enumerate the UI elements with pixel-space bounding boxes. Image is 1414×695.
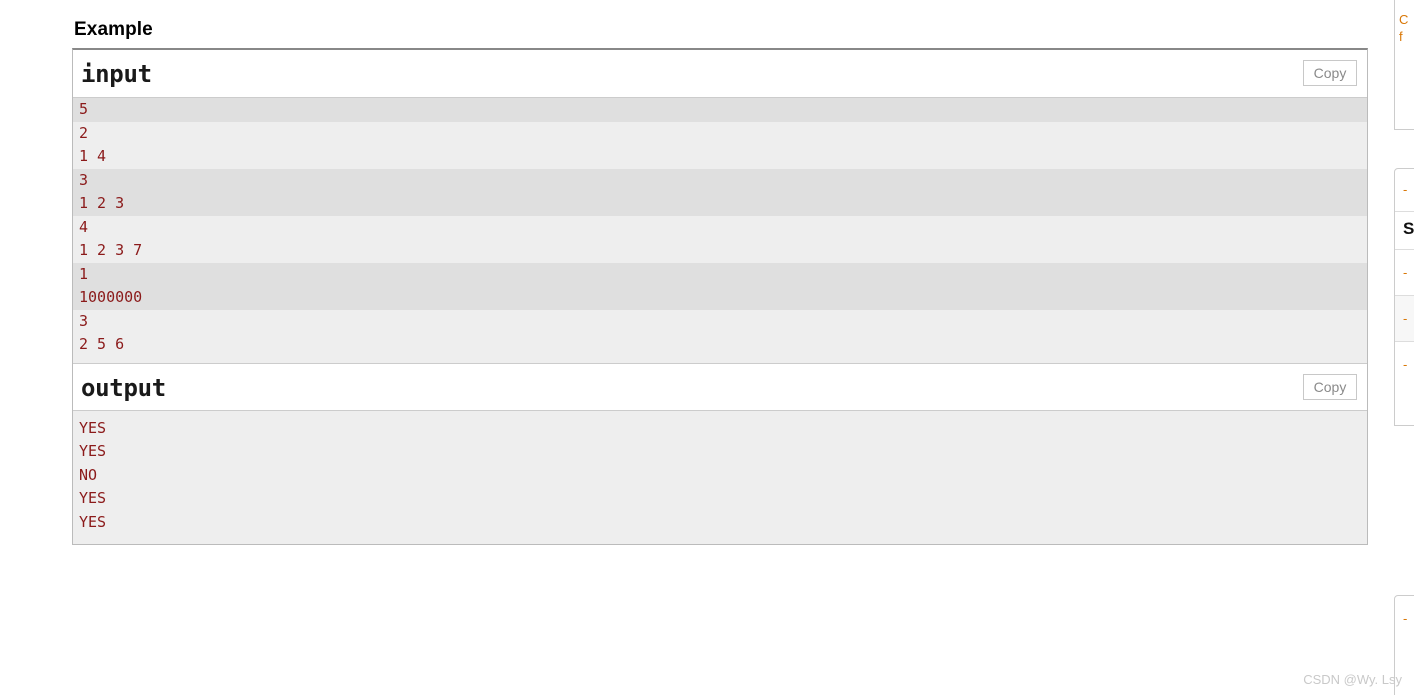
input-header: input Copy [73, 50, 1367, 98]
sidebar-panel-top-line2: f [1399, 29, 1403, 44]
input-line: 1000000 [79, 288, 143, 306]
input-line: 2 5 6 [79, 335, 125, 353]
input-title: input [81, 60, 152, 88]
sidebar-list-row-label: - [1403, 311, 1408, 326]
input-group: 1 1000000 [73, 262, 1367, 310]
sidebar-list-row-label: - [1403, 357, 1408, 372]
input-line: 1 4 [79, 147, 107, 165]
output-title: output [81, 373, 166, 402]
sidebar-list-heading: S [1395, 211, 1414, 249]
input-line: 1 2 3 [79, 194, 125, 212]
input-line: 5 [79, 100, 89, 118]
input-line: 3 [79, 170, 89, 189]
page-root: Example input Copy 5 2 1 4 3 1 2 3 4 1 2… [0, 0, 1414, 695]
input-line: 1 2 3 7 [79, 241, 143, 259]
input-line: 3 [79, 311, 89, 330]
sidebar-panel-list[interactable]: - S - - - [1394, 168, 1414, 426]
sidebar-list-heading-label: S [1403, 219, 1414, 238]
input-group: 3 1 2 3 [73, 168, 1367, 216]
watermark: CSDN @Wy. Lsy [1303, 672, 1402, 687]
input-line: 1 [79, 264, 89, 283]
input-group: 5 [73, 98, 1367, 122]
output-line: YES [79, 442, 107, 460]
page-title: Example [74, 19, 153, 40]
copy-output-button[interactable]: Copy [1303, 373, 1357, 400]
input-group: 3 2 5 6 [73, 309, 1367, 357]
input-line: 2 [79, 123, 89, 142]
sidebar-bottom-row-label: - [1403, 611, 1408, 626]
input-group: 2 1 4 [73, 121, 1367, 169]
output-line: YES [79, 418, 107, 437]
sidebar-list-row[interactable]: - [1395, 295, 1414, 341]
sample-tests-section: Example input Copy 5 2 1 4 3 1 2 3 4 1 2… [72, 18, 1368, 545]
sidebar-list-row-label: - [1403, 265, 1408, 280]
right-sidebar: C f - S - - - - [1394, 0, 1414, 695]
output-header: output Copy [73, 362, 1367, 411]
sidebar-list-row[interactable]: - [1395, 341, 1414, 387]
sidebar-panel-top[interactable]: C f [1394, 0, 1414, 130]
sidebar-list-row[interactable]: - [1395, 249, 1414, 295]
sample-test-box: input Copy 5 2 1 4 3 1 2 3 4 1 2 3 7 1 1… [72, 48, 1368, 545]
sidebar-list-row[interactable]: - [1395, 169, 1414, 211]
input-data: 5 2 1 4 3 1 2 3 4 1 2 3 7 1 1000000 3 2 … [73, 98, 1367, 363]
input-group: 4 1 2 3 7 [73, 215, 1367, 263]
output-line: NO [79, 465, 98, 484]
output-data: YES YES NO YES YES [73, 410, 1367, 544]
output-line: YES [79, 489, 107, 507]
sidebar-list-row-label: - [1403, 182, 1408, 197]
input-line: 4 [79, 217, 89, 236]
copy-input-button[interactable]: Copy [1303, 60, 1357, 86]
sidebar-bottom-row[interactable]: - [1395, 596, 1414, 642]
sidebar-panel-top-line1: C [1399, 12, 1409, 27]
output-line: YES [79, 512, 107, 531]
